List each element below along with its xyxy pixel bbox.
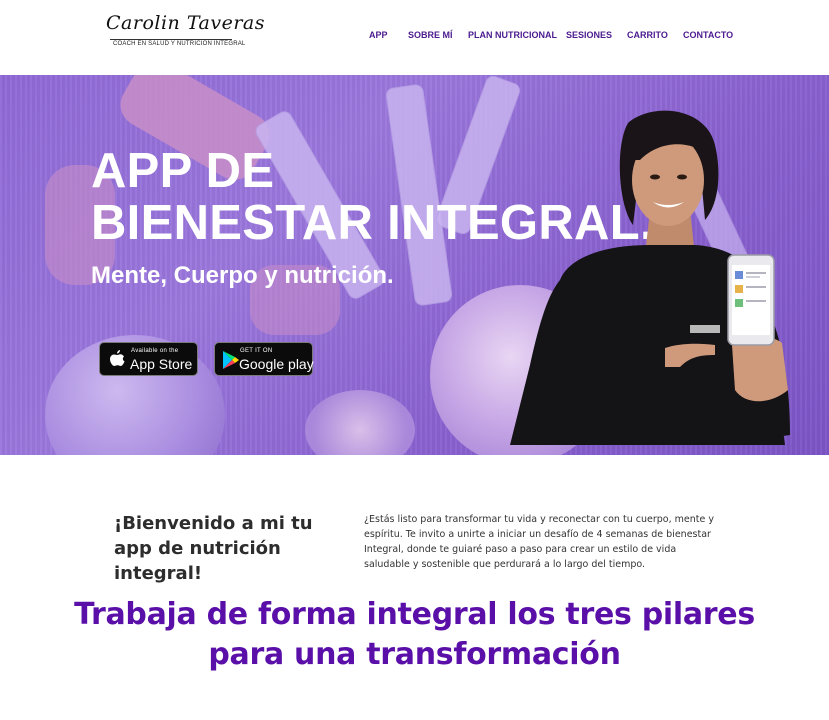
site-header: Carolin Taveras COACH EN SALUD Y NUTRICI… — [0, 0, 829, 75]
logo-divider — [110, 39, 232, 40]
nav-item-plan-nutricional[interactable]: PLAN NUTRICIONAL — [468, 30, 557, 40]
nav-item-carrito[interactable]: CARRITO — [627, 30, 668, 40]
nav-item-sesiones[interactable]: SESIONES — [566, 30, 612, 40]
google-play-big-label: Google play — [239, 356, 314, 372]
google-play-button[interactable]: GET IT ON Google play — [214, 342, 314, 376]
logo-tagline: COACH EN SALUD Y NUTRICION INTEGRAL — [113, 41, 246, 47]
pillars-heading-line2: para una transformación — [208, 637, 621, 672]
coach-photo — [510, 110, 790, 445]
app-store-small-label: Available on the — [131, 348, 179, 354]
logo-script: Carolin Taveras — [106, 12, 265, 34]
nav-item-contacto[interactable]: CONTACTO — [683, 30, 733, 40]
nav-item-sobre-mi[interactable]: SOBRE MÍ — [408, 30, 453, 40]
hero-banner: APP DE BIENESTAR INTEGRAL. Mente, Cuerpo… — [0, 75, 829, 455]
welcome-body: ¿Estás listo para transformar tu vida y … — [364, 514, 714, 570]
nav-item-app[interactable]: APP — [369, 30, 388, 40]
welcome-heading: ¡Bienvenido a mi tu app de nutrición int… — [114, 513, 313, 584]
hero-subtitle: Mente, Cuerpo y nutrición. — [91, 262, 394, 289]
google-play-icon — [223, 351, 239, 369]
app-store-button[interactable]: Available on the App Store — [99, 342, 198, 376]
app-store-big-label: App Store — [130, 356, 193, 372]
apple-icon — [110, 350, 125, 366]
pillars-heading-line1: Trabaja de forma integral los tres pilar… — [74, 597, 755, 632]
pillars-heading: Trabaja de forma integral los tres pilar… — [0, 595, 829, 675]
site-logo[interactable]: Carolin Taveras COACH EN SALUD Y NUTRICI… — [106, 12, 265, 52]
google-play-small-label: GET IT ON — [240, 348, 273, 354]
